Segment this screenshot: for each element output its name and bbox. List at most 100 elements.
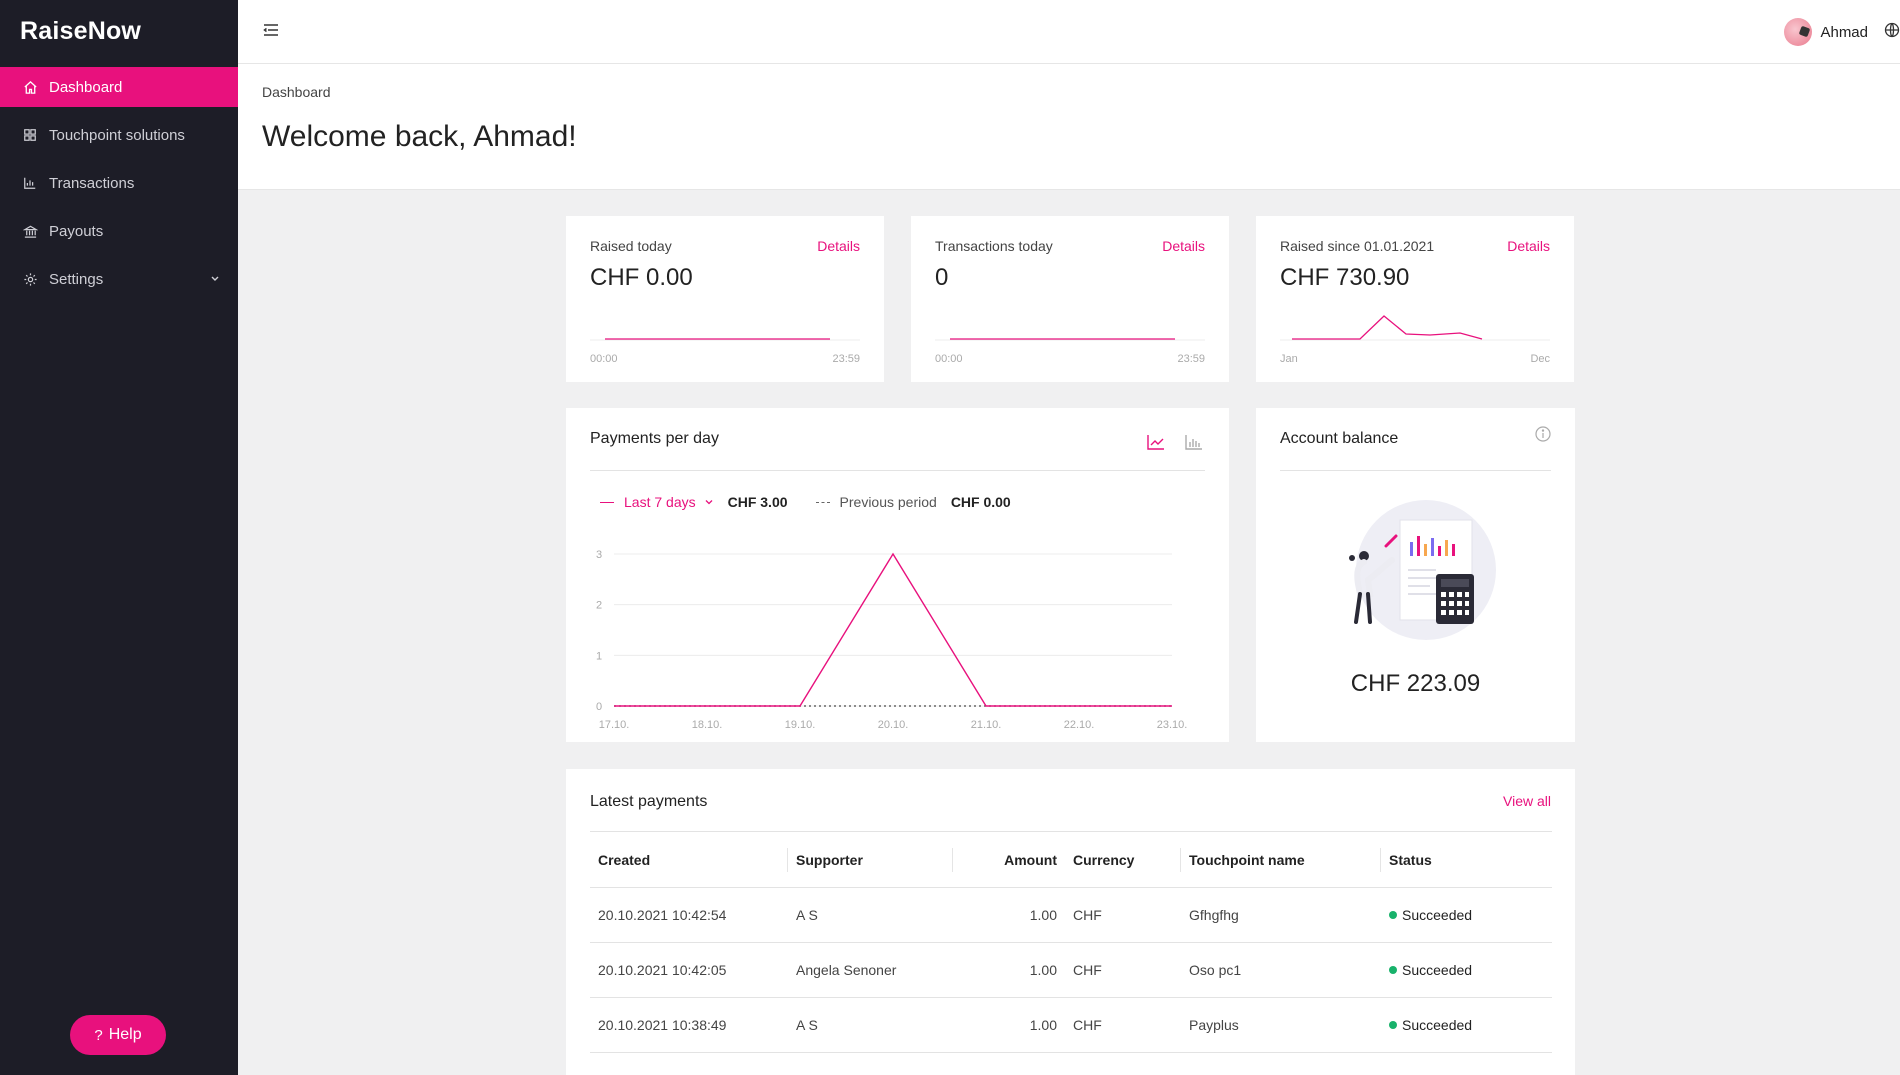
question-icon: ?: [94, 1026, 103, 1044]
column-header-supporter[interactable]: Supporter: [788, 831, 953, 888]
stat-value: CHF 0.00: [590, 264, 693, 291]
user-name: Ahmad: [1820, 23, 1868, 41]
info-icon[interactable]: [1535, 426, 1551, 442]
cell-amount: 1.00: [953, 997, 1065, 1053]
avatar: [1784, 18, 1813, 46]
x-tick-label: 20.10.: [878, 719, 909, 731]
sidebar: RaiseNow Dashboard Touchpoint solutions …: [0, 0, 238, 1075]
app-logo[interactable]: RaiseNow: [0, 0, 238, 62]
stat-value: 0: [935, 264, 949, 291]
sparkline: [1280, 315, 1550, 341]
column-header-amount[interactable]: Amount: [953, 831, 1065, 888]
grid-icon: [22, 127, 38, 143]
view-all-link[interactable]: View all: [1503, 793, 1551, 809]
column-header-touchpoint[interactable]: Touchpoint name: [1181, 831, 1381, 888]
axis-end-label: 23:59: [832, 353, 860, 365]
status-badge: Succeeded: [1402, 1017, 1473, 1033]
home-icon: [22, 79, 38, 95]
axis-end-label: Dec: [1530, 353, 1550, 365]
status-dot: [1389, 911, 1397, 920]
x-tick-label: 19.10.: [785, 719, 816, 731]
card-title: Latest payments: [590, 793, 708, 810]
cell-touchpoint: Oso pc1: [1181, 942, 1381, 998]
cell-touchpoint: Payplus: [1181, 997, 1381, 1053]
account-illustration: [1349, 500, 1496, 640]
cell-supporter: Angela Senoner: [788, 942, 953, 998]
breadcrumb[interactable]: Dashboard: [262, 84, 331, 100]
period-value: CHF 3.00: [727, 494, 788, 510]
stat-label: Raised since 01.01.2021: [1280, 238, 1435, 254]
chevron-down-icon: [704, 494, 714, 510]
topbar: Ahmad: [238, 0, 1900, 64]
bar-chart-icon: [22, 175, 38, 191]
sidebar-item-label: Transactions: [49, 174, 135, 192]
y-tick-label: 0: [596, 701, 602, 713]
page-header: Dashboard Welcome back, Ahmad!: [238, 64, 1900, 190]
divider: [1280, 470, 1551, 471]
line-chart-icon[interactable]: [1147, 434, 1165, 455]
previous-value: CHF 0.00: [950, 494, 1011, 510]
cell-currency: CHF: [1065, 887, 1181, 943]
sidebar-item-payouts[interactable]: Payouts: [0, 207, 238, 255]
x-tick-label: 17.10.: [599, 719, 630, 731]
column-header-created[interactable]: Created: [590, 831, 788, 888]
details-link[interactable]: Details: [1507, 238, 1550, 254]
cell-amount: 1.00: [953, 942, 1065, 998]
sidebar-item-settings[interactable]: Settings: [0, 255, 238, 303]
y-tick-label: 1: [596, 650, 602, 662]
axis-end-label: 23:59: [1177, 353, 1205, 365]
cell-status: Succeeded: [1381, 942, 1552, 998]
details-link[interactable]: Details: [817, 238, 860, 254]
account-balance-card: Account balance CHF 223.09: [1256, 408, 1575, 742]
sidebar-item-dashboard[interactable]: Dashboard: [0, 67, 238, 107]
sparkline: [590, 338, 860, 341]
stat-card-raised-since: Raised since 01.01.2021 Details CHF 730.…: [1256, 216, 1574, 382]
sidebar-item-label: Dashboard: [49, 78, 123, 96]
x-tick-label: 21.10.: [971, 719, 1002, 731]
chevron-down-icon: [210, 271, 220, 288]
stat-card-raised-today: Raised today Details CHF 0.00 00:00 23:5…: [566, 216, 884, 382]
x-tick-label: 23.10.: [1157, 719, 1188, 731]
divider: [590, 470, 1205, 471]
x-tick-label: 18.10.: [692, 719, 723, 731]
period-selector[interactable]: Last 7 days: [600, 494, 714, 510]
column-header-currency[interactable]: Currency: [1065, 831, 1181, 888]
table-row[interactable]: 20.10.2021 10:42:05 Angela Senoner 1.00 …: [590, 942, 1552, 998]
x-tick-label: 22.10.: [1064, 719, 1095, 731]
status-badge: Succeeded: [1402, 962, 1473, 978]
cell-currency: CHF: [1065, 997, 1181, 1053]
payments-line-chart: 0 1 2 3 17.10. 18.10. 19.10. 20.10. 21.10. 22.10.…: [596, 549, 1188, 731]
table-row[interactable]: 20.10.2021 10:42:54 A S 1.00 CHF Gfhgfhg…: [590, 887, 1552, 943]
user-menu[interactable]: Ahmad: [1784, 18, 1868, 46]
bar-chart-icon[interactable]: [1185, 434, 1203, 455]
column-header-status[interactable]: Status: [1381, 831, 1552, 888]
axis-start-label: Jan: [1280, 353, 1298, 365]
y-tick-label: 2: [596, 600, 602, 612]
axis-start-label: 00:00: [935, 353, 963, 365]
status-dot: [1389, 1021, 1397, 1030]
payments-chart-card: Payments per day Last 7 days CHF 3.00 Pr…: [566, 408, 1229, 742]
cell-status: Succeeded: [1381, 997, 1552, 1053]
sidebar-item-touchpoint-solutions[interactable]: Touchpoint solutions: [0, 111, 238, 159]
payments-table: Created Supporter Amount Currency Touchp…: [590, 831, 1552, 1075]
period-label: Last 7 days: [624, 494, 696, 510]
stat-card-transactions-today: Transactions today Details 0 00:00 23:59: [911, 216, 1229, 382]
cell-status: Succeeded: [1381, 887, 1552, 943]
stat-label: Transactions today: [935, 238, 1053, 254]
table-row[interactable]: 20.10.2021 10:38:49 A S 1.00 CHF Payplus…: [590, 997, 1552, 1053]
legend-swatch: [600, 501, 614, 503]
cell-touchpoint: Gfhgfhg: [1181, 887, 1381, 943]
menu-toggle-icon[interactable]: [262, 21, 282, 41]
globe-icon[interactable]: [1884, 22, 1900, 38]
card-title: Payments per day: [590, 430, 719, 447]
status-badge: Succeeded: [1402, 907, 1473, 923]
sidebar-item-label: Payouts: [49, 222, 104, 240]
sidebar-item-transactions[interactable]: Transactions: [0, 159, 238, 207]
details-link[interactable]: Details: [1162, 238, 1205, 254]
help-button[interactable]: ? Help: [70, 1015, 166, 1055]
cell-created: 20.10.2021 10:38:49: [590, 997, 788, 1053]
help-label: Help: [108, 1026, 142, 1043]
stat-value: CHF 730.90: [1280, 264, 1410, 291]
gear-icon: [22, 271, 38, 287]
table-row-partial: [590, 1052, 1552, 1075]
